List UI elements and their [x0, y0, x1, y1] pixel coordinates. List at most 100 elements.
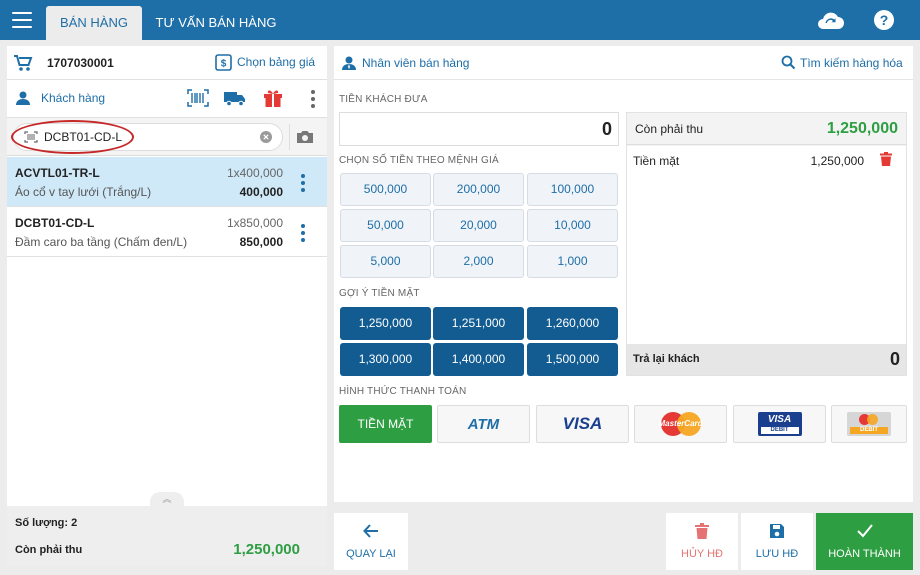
payment-header: Nhân viên bán hàng Tìm kiếm hàng hóa: [334, 46, 913, 80]
save-icon: [741, 523, 813, 539]
mc-debit-logo-icon: DEBIT: [847, 412, 891, 436]
denomination-button[interactable]: 10,000: [527, 209, 618, 242]
list-item[interactable]: ACVTL01-TR-L Áo cổ v tay lưới (Trắng/L) …: [7, 157, 327, 207]
cash-suggestion-button[interactable]: 1,251,000: [433, 307, 524, 340]
visa-logo: VISA: [562, 414, 603, 433]
complete-button[interactable]: HOÀN THÀNH: [816, 513, 913, 570]
cash-given-label: TIỀN KHÁCH ĐƯA: [339, 94, 428, 105]
top-bar: BÁN HÀNG TƯ VẤN BÁN HÀNG ?: [0, 0, 920, 40]
search-icon[interactable]: [781, 55, 796, 70]
item-code: ACVTL01-TR-L: [15, 166, 100, 180]
denomination-button[interactable]: 50,000: [340, 209, 431, 242]
order-summary: Số lượng: 2 Còn phải thu 1,250,000: [7, 506, 327, 566]
payment-summary: Còn phải thu 1,250,000 Tiền mặt 1,250,00…: [626, 112, 907, 376]
due-row: Còn phải thu 1,250,000: [627, 113, 906, 145]
cloud-sync-icon[interactable]: [815, 8, 844, 32]
cart-icon: [13, 54, 33, 72]
item-qty: 1x400,000: [226, 166, 283, 180]
back-label: QUAY LẠI: [346, 548, 396, 560]
quantity-label: Số lượng: 2: [15, 517, 78, 529]
hamburger-menu-icon[interactable]: [12, 12, 32, 28]
due-label: Còn phải thu: [635, 122, 704, 136]
cash-given-input[interactable]: 0: [339, 112, 619, 146]
tab-sales[interactable]: BÁN HÀNG: [46, 6, 142, 40]
visa-debit-method-button[interactable]: VISA DEBIT: [733, 405, 826, 443]
camera-icon[interactable]: [289, 124, 319, 150]
change-value: 0: [889, 349, 900, 369]
item-qty: 1x850,000: [226, 216, 283, 230]
cash-method-label: TIỀN MẶT: [357, 417, 414, 431]
trash-icon: [666, 523, 738, 539]
item-code: DCBT01-CD-L: [15, 216, 95, 230]
mc-debit-method-button[interactable]: DEBIT: [831, 405, 907, 443]
visa-debit-logo-icon: VISA DEBIT: [757, 412, 802, 436]
expand-summary-icon[interactable]: ︽: [150, 492, 184, 506]
denomination-button[interactable]: 2,000: [433, 245, 524, 278]
complete-label: HOÀN THÀNH: [828, 548, 901, 560]
payment-panel: Nhân viên bán hàng Tìm kiếm hàng hóa TIỀ…: [334, 46, 913, 502]
customer-row: Khách hàng: [7, 80, 327, 118]
visa-debit-logo-text: VISA: [767, 414, 792, 425]
help-icon[interactable]: ?: [872, 8, 898, 32]
visa-debit-logo-sub: DEBIT: [760, 427, 799, 434]
item-more-icon[interactable]: [301, 174, 305, 192]
save-invoice-button[interactable]: LƯU HĐ: [741, 513, 813, 570]
item-total: 400,000: [239, 185, 283, 199]
denomination-button[interactable]: 1,000: [527, 245, 618, 278]
svg-text:$: $: [221, 59, 227, 70]
product-search-link[interactable]: Tìm kiếm hàng hóa: [800, 56, 903, 70]
atm-logo: ATM: [467, 415, 500, 433]
due-label: Còn phải thu: [15, 544, 83, 556]
cash-suggestion-button[interactable]: 1,260,000: [527, 307, 618, 340]
cash-suggestion-button[interactable]: 1,300,000: [340, 343, 431, 376]
item-more-icon[interactable]: [301, 224, 305, 242]
cash-suggestion-button[interactable]: 1,500,000: [527, 343, 618, 376]
staff-icon: [341, 55, 357, 71]
denomination-button[interactable]: 5,000: [340, 245, 431, 278]
list-item[interactable]: DCBT01-CD-L Đầm caro ba tầng (Chấm đen/L…: [7, 207, 327, 257]
highlight-oval: [11, 120, 134, 154]
change-row: Trả lại khách 0: [627, 344, 906, 375]
clear-icon[interactable]: [260, 131, 272, 143]
denomination-button[interactable]: 100,000: [527, 173, 618, 206]
cancel-invoice-label: HỦY HĐ: [681, 548, 723, 560]
change-label: Trả lại khách: [633, 353, 700, 365]
customer-link[interactable]: Khách hàng: [41, 91, 105, 105]
mastercard-method-button[interactable]: MasterCard: [634, 405, 727, 443]
order-panel: 1707030001 $ Chọn bảng giá Khách hàng DC…: [7, 46, 327, 566]
cancel-invoice-button[interactable]: HỦY HĐ: [666, 513, 738, 570]
cash-suggestion-button[interactable]: 1,250,000: [340, 307, 431, 340]
customer-more-icon[interactable]: [311, 90, 315, 108]
svg-text:?: ?: [880, 12, 889, 28]
item-name: Áo cổ v tay lưới (Trắng/L): [15, 185, 152, 199]
payment-line-label: Tiền mặt: [633, 154, 680, 168]
staff-link[interactable]: Nhân viên bán hàng: [362, 56, 469, 70]
barcode-list-icon[interactable]: [187, 89, 209, 107]
check-icon: [816, 523, 913, 539]
cash-given-value: 0: [601, 119, 612, 139]
denomination-button[interactable]: 200,000: [433, 173, 524, 206]
payment-lines: Tiền mặt 1,250,000: [627, 146, 906, 344]
scan-bar: DCBT01-CD-L: [7, 118, 327, 156]
delivery-truck-icon[interactable]: [224, 89, 246, 107]
visa-method-button[interactable]: VISA: [536, 405, 629, 443]
back-button[interactable]: QUAY LẠI: [334, 513, 408, 570]
due-value: 1,250,000: [826, 120, 898, 137]
atm-method-button[interactable]: ATM: [437, 405, 530, 443]
trash-icon[interactable]: [880, 152, 892, 166]
cash-method-button[interactable]: TIỀN MẶT: [339, 405, 432, 443]
tab-sales-consulting[interactable]: TƯ VẤN BÁN HÀNG: [150, 6, 282, 40]
cash-suggestion-label: GỢI Ý TIỀN MẶT: [339, 288, 420, 299]
payment-method-label: HÌNH THỨC THANH TOÁN: [339, 386, 467, 397]
mastercard-logo-text: MasterCard: [658, 419, 703, 428]
item-total: 850,000: [239, 235, 283, 249]
save-invoice-label: LƯU HĐ: [755, 548, 799, 560]
order-header: 1707030001 $ Chọn bảng giá: [7, 46, 327, 80]
cash-suggestion-button[interactable]: 1,400,000: [433, 343, 524, 376]
gift-icon[interactable]: [263, 88, 283, 108]
denomination-button[interactable]: 20,000: [433, 209, 524, 242]
denomination-button[interactable]: 500,000: [340, 173, 431, 206]
mc-debit-logo-text: DEBIT: [850, 427, 888, 434]
price-list-icon[interactable]: $: [215, 54, 232, 71]
choose-price-list-link[interactable]: Chọn bảng giá: [237, 55, 315, 69]
